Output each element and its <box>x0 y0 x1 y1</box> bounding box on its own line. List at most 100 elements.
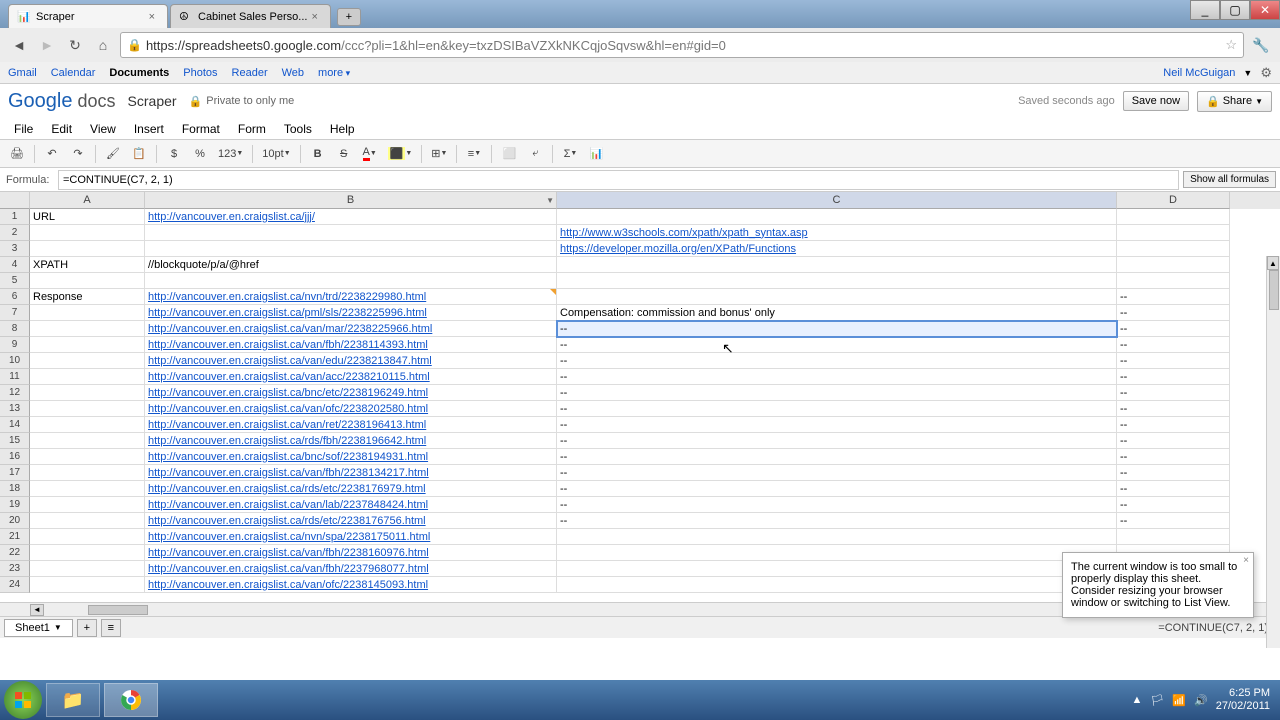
cell-C11[interactable]: -- <box>557 369 1117 385</box>
photos-link[interactable]: Photos <box>183 67 217 79</box>
cell-C7[interactable]: Compensation: commission and bonus' only <box>557 305 1117 321</box>
cell-B14[interactable]: http://vancouver.en.craigslist.ca/van/re… <box>145 417 557 433</box>
cell-link[interactable]: http://vancouver.en.craigslist.ca/rds/et… <box>148 515 426 527</box>
cell-link[interactable]: http://vancouver.en.craigslist.ca/rds/fb… <box>148 435 426 447</box>
row-header[interactable]: 9 <box>0 337 30 353</box>
cell-A22[interactable] <box>30 545 145 561</box>
cell-C9[interactable]: -- <box>557 337 1117 353</box>
row-header[interactable]: 18 <box>0 481 30 497</box>
web-link[interactable]: Web <box>282 67 304 79</box>
borders-button[interactable]: ⊞▼ <box>428 143 450 165</box>
cell-A3[interactable] <box>30 241 145 257</box>
column-header-c[interactable]: C <box>557 192 1117 209</box>
cell-link[interactable]: http://vancouver.en.craigslist.ca/van/fb… <box>148 339 428 351</box>
tray-volume-icon[interactable]: 🔊 <box>1194 694 1208 707</box>
cell-A11[interactable] <box>30 369 145 385</box>
cell-B15[interactable]: http://vancouver.en.craigslist.ca/rds/fb… <box>145 433 557 449</box>
cell-C15[interactable]: -- <box>557 433 1117 449</box>
cell-B13[interactable]: http://vancouver.en.craigslist.ca/van/of… <box>145 401 557 417</box>
document-title[interactable]: Scraper <box>128 93 177 109</box>
new-tab-button[interactable]: + <box>337 8 361 26</box>
cell-A19[interactable] <box>30 497 145 513</box>
cell-D7[interactable]: -- <box>1117 305 1230 321</box>
tab-close-icon[interactable]: × <box>145 11 159 23</box>
cell-link[interactable]: http://vancouver.en.craigslist.ca/van/re… <box>148 419 426 431</box>
cell-link[interactable]: http://vancouver.en.craigslist.ca/jjj/ <box>148 211 315 223</box>
functions-button[interactable]: Σ▼ <box>559 143 581 165</box>
cell-link[interactable]: http://www.w3schools.com/xpath/xpath_syn… <box>560 227 808 239</box>
cell-A15[interactable] <box>30 433 145 449</box>
align-button[interactable]: ≡▼ <box>463 143 485 165</box>
menu-form[interactable]: Form <box>230 120 274 138</box>
cell-B22[interactable]: http://vancouver.en.craigslist.ca/van/fb… <box>145 545 557 561</box>
menu-tools[interactable]: Tools <box>276 120 320 138</box>
cell-C24[interactable] <box>557 577 1117 593</box>
column-header-d[interactable]: D <box>1117 192 1230 209</box>
cell-D14[interactable]: -- <box>1117 417 1230 433</box>
select-all-corner[interactable] <box>0 192 30 209</box>
cell-B1[interactable]: http://vancouver.en.craigslist.ca/jjj/ <box>145 209 557 225</box>
row-header[interactable]: 7 <box>0 305 30 321</box>
cell-link[interactable]: http://vancouver.en.craigslist.ca/bnc/so… <box>148 451 428 463</box>
row-header[interactable]: 15 <box>0 433 30 449</box>
cell-B9[interactable]: http://vancouver.en.craigslist.ca/van/fb… <box>145 337 557 353</box>
cell-link[interactable]: http://vancouver.en.craigslist.ca/van/fb… <box>148 467 429 479</box>
cell-B7[interactable]: http://vancouver.en.craigslist.ca/pml/sl… <box>145 305 557 321</box>
cell-B24[interactable]: http://vancouver.en.craigslist.ca/van/of… <box>145 577 557 593</box>
cell-A6[interactable]: Response <box>30 289 145 305</box>
cell-C13[interactable]: -- <box>557 401 1117 417</box>
task-explorer[interactable]: 📁 <box>46 683 100 717</box>
redo-button[interactable]: ↷ <box>67 143 89 165</box>
menu-insert[interactable]: Insert <box>126 120 172 138</box>
cell-D17[interactable]: -- <box>1117 465 1230 481</box>
wrench-menu-button[interactable]: 🔧 <box>1250 34 1272 56</box>
cell-A5[interactable] <box>30 273 145 289</box>
cell-C14[interactable]: -- <box>557 417 1117 433</box>
cell-A12[interactable] <box>30 385 145 401</box>
cell-A8[interactable] <box>30 321 145 337</box>
paint-format-button[interactable]: 🖌 <box>102 143 124 165</box>
cell-C21[interactable] <box>557 529 1117 545</box>
cell-B21[interactable]: http://vancouver.en.craigslist.ca/nvn/sp… <box>145 529 557 545</box>
cell-D9[interactable]: -- <box>1117 337 1230 353</box>
sheet-dropdown-icon[interactable]: ▼ <box>54 623 62 632</box>
tray-clock[interactable]: 6:25 PM 27/02/2011 <box>1216 687 1270 713</box>
cell-B3[interactable] <box>145 241 557 257</box>
cell-C16[interactable]: -- <box>557 449 1117 465</box>
cell-link[interactable]: http://vancouver.en.craigslist.ca/pml/sl… <box>148 307 427 319</box>
cell-B20[interactable]: http://vancouver.en.craigslist.ca/rds/et… <box>145 513 557 529</box>
percent-button[interactable]: % <box>189 143 211 165</box>
cell-C3[interactable]: https://developer.mozilla.org/en/XPath/F… <box>557 241 1117 257</box>
clipboard-button[interactable]: 📋 <box>128 143 150 165</box>
strikethrough-button[interactable]: S <box>333 143 355 165</box>
close-button[interactable]: ✕ <box>1250 0 1280 20</box>
cell-D21[interactable] <box>1117 529 1230 545</box>
cell-C19[interactable]: -- <box>557 497 1117 513</box>
cell-A13[interactable] <box>30 401 145 417</box>
add-sheet-button[interactable]: + <box>77 619 97 637</box>
calendar-link[interactable]: Calendar <box>51 67 96 79</box>
row-header[interactable]: 2 <box>0 225 30 241</box>
cell-A9[interactable] <box>30 337 145 353</box>
cell-B12[interactable]: http://vancouver.en.craigslist.ca/bnc/et… <box>145 385 557 401</box>
tray-network-icon[interactable]: 📶 <box>1172 694 1186 707</box>
cell-D5[interactable] <box>1117 273 1230 289</box>
cell-D18[interactable]: -- <box>1117 481 1230 497</box>
cell-link[interactable]: http://vancouver.en.craigslist.ca/van/ma… <box>148 323 432 335</box>
cell-C23[interactable] <box>557 561 1117 577</box>
browser-tab-inactive[interactable]: ☮ Cabinet Sales Perso... × <box>170 4 331 28</box>
cell-A23[interactable] <box>30 561 145 577</box>
bold-button[interactable]: B <box>307 143 329 165</box>
google-docs-logo[interactable]: Google docs <box>8 90 116 113</box>
row-header[interactable]: 13 <box>0 401 30 417</box>
row-header[interactable]: 14 <box>0 417 30 433</box>
menu-file[interactable]: File <box>6 120 41 138</box>
show-all-formulas-button[interactable]: Show all formulas <box>1183 171 1276 188</box>
cell-D2[interactable] <box>1117 225 1230 241</box>
cell-A17[interactable] <box>30 465 145 481</box>
menu-edit[interactable]: Edit <box>43 120 80 138</box>
cell-B19[interactable]: http://vancouver.en.craigslist.ca/van/la… <box>145 497 557 513</box>
fill-color-button[interactable]: ⬛▼ <box>385 143 416 165</box>
cell-D4[interactable] <box>1117 257 1230 273</box>
cell-link[interactable]: http://vancouver.en.craigslist.ca/bnc/et… <box>148 387 428 399</box>
